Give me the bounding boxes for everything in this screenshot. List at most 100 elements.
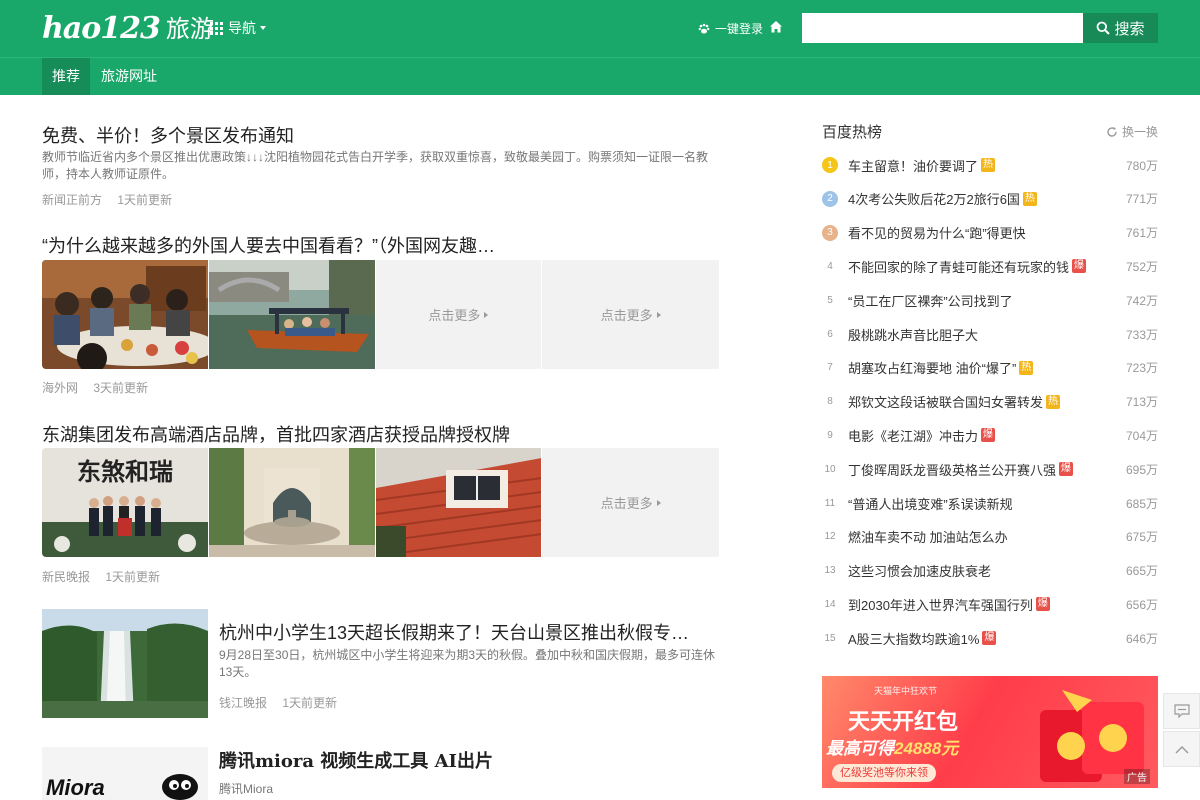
boom-badge: 爆: [1059, 462, 1074, 477]
logo-channel-text: 旅游: [165, 15, 214, 43]
caret-down-icon: [260, 26, 266, 30]
search-button[interactable]: 搜索: [1083, 13, 1158, 43]
hot-count: 656万: [1125, 597, 1158, 612]
hot-item-text: “员工在厂区裸奔”公司找到了: [848, 293, 1013, 309]
hot-rank: 9: [827, 429, 833, 441]
news-image-row: 点击更多 点击更多: [42, 260, 719, 369]
hot-rank: 3: [822, 224, 838, 241]
hot-rank: 5: [827, 294, 833, 306]
sub-navigation: 推荐 旅游网址: [0, 57, 1200, 95]
news-title[interactable]: 杭州中小学生13天超长假期来了！天台山景区推出秋假专…: [219, 619, 719, 645]
hot-count: 752万: [1125, 259, 1158, 274]
top-header: hao123 旅游 导航 一键登录 搜索: [0, 0, 1200, 57]
tab-travel-sites[interactable]: 旅游网址: [91, 58, 167, 95]
hot-list-item[interactable]: 14 到2030年进入世界汽车强国行列爆 656万: [822, 594, 1158, 614]
more-link-label: 点击更多: [428, 308, 481, 323]
ad-tag: 天猫年中狂欢节: [874, 686, 938, 696]
site-logo[interactable]: hao123 旅游: [42, 12, 214, 44]
hot-item-text: 燃油车卖不动 加油站怎么办: [848, 530, 1008, 546]
more-link[interactable]: 点击更多: [542, 448, 719, 557]
news-source: 腾讯Miora: [219, 782, 274, 796]
chat-bubble-icon: [1173, 704, 1190, 718]
search-input[interactable]: [802, 13, 1083, 43]
hot-list-header: 百度热榜 换一换: [822, 121, 1158, 142]
hot-list-item[interactable]: 8 郑钦文这段话被联合国妇女署转发热 713万: [822, 392, 1158, 412]
hot-item-text: 殷桃跳水声音比胆子大: [848, 327, 979, 343]
feedback-button[interactable]: [1163, 693, 1200, 729]
mascot-icon: [162, 774, 198, 800]
thumb-canal-boat-photo[interactable]: [208, 260, 375, 369]
hot-list-item[interactable]: 2 4次考公失败后花2万2旅行6国热 771万: [822, 189, 1158, 209]
nav-menu-dropdown[interactable]: 导航: [210, 18, 266, 38]
home-icon[interactable]: [769, 20, 783, 34]
hot-list-item[interactable]: 5 “员工在厂区裸奔”公司找到了 742万: [822, 290, 1158, 310]
hot-item-text: “普通人出境变难”系误读新规: [848, 496, 1013, 512]
news-title[interactable]: 腾讯miora 视频生成工具 AI出片: [219, 747, 719, 773]
miora-logo-text: Miora: [46, 775, 105, 800]
arrow-right-icon: [656, 499, 661, 506]
hot-rank: 1: [822, 157, 838, 173]
hot-item-text: A股三大指数均跌逾1%: [848, 631, 980, 647]
refresh-button[interactable]: 换一换: [1106, 123, 1158, 140]
news-time: 3天前更新: [93, 381, 149, 395]
hot-rank: 7: [827, 362, 833, 374]
hot-count: 665万: [1125, 564, 1158, 579]
boom-badge: 爆: [982, 631, 997, 646]
hot-list-item[interactable]: 11 “普通人出境变难”系误读新规 685万: [822, 493, 1158, 513]
more-link[interactable]: 点击更多: [375, 260, 542, 369]
login-label: 一键登录: [715, 22, 764, 36]
hot-list-item[interactable]: 15 A股三大指数均跌逾1% 爆 646万: [822, 628, 1158, 648]
back-to-top-button[interactable]: [1163, 731, 1200, 767]
hot-list-item[interactable]: 12 燃油车卖不动 加油站怎么办 675万: [822, 527, 1158, 547]
hot-item-text: 4次考公失败后花2万2旅行6国: [848, 192, 1020, 208]
news-summary: 9月28日至30日，杭州城区中小学生将迎来为期3天的秋假。叠加中秋和国庆假期，最…: [219, 648, 716, 679]
hot-item-text: 电影《老江湖》冲击力: [848, 428, 979, 444]
quick-login-link[interactable]: 一键登录: [698, 20, 763, 37]
refresh-label: 换一换: [1121, 125, 1158, 139]
hot-item-text: 看不见的贸易为什么“跑”得更快: [848, 226, 1026, 242]
news-time: 1天前更新: [282, 696, 338, 710]
hot-list-title: 百度热榜: [822, 124, 883, 141]
hot-count: 723万: [1125, 361, 1158, 376]
news-meta: 新民晚报 1天前更新: [42, 568, 160, 585]
news-source: 新民晚报: [42, 570, 91, 584]
hot-list-item[interactable]: 4 不能回家的除了青蛙可能还有玩家的钱爆 752万: [822, 256, 1158, 276]
hot-rank: 13: [824, 565, 836, 577]
hot-list-item[interactable]: 9 电影《老江湖》冲击力爆 704万: [822, 425, 1158, 445]
thumb-fountain-photo[interactable]: [208, 448, 375, 557]
news-title[interactable]: “为什么越来越多的外国人要去中国看看？”（外国网友趣…: [42, 232, 582, 258]
hot-list-item[interactable]: 10 丁俊晖周跃龙晋级英格兰公开赛八强爆 695万: [822, 459, 1158, 479]
hot-list-item[interactable]: 13 这些习惯会加速皮肤衰老 665万: [822, 561, 1158, 581]
news-title[interactable]: 东湖集团发布高端酒店品牌，首批四家酒店获授品牌授权牌: [42, 421, 719, 447]
chevron-up-icon: [1175, 746, 1188, 754]
news-meta: 新闻正前方 1天前更新: [42, 191, 172, 208]
hot-item-text: 郑钦文这段话被联合国妇女署转发: [848, 395, 1044, 411]
thumb-miora-ad[interactable]: Miora: [42, 747, 208, 800]
hot-list-item[interactable]: 1 车主留意！油价要调了热 780万: [822, 155, 1158, 175]
boom-badge: 爆: [1035, 597, 1050, 612]
tab-recommend[interactable]: 推荐: [42, 58, 90, 95]
hot-count: 685万: [1125, 496, 1158, 511]
hot-item-text: 不能回家的除了青蛙可能还有玩家的钱: [848, 259, 1070, 275]
ad-cta-pill: 亿级奖池等你来领: [832, 764, 936, 782]
hot-list-item[interactable]: 6 殷桃跳水声音比胆子大 733万: [822, 324, 1158, 344]
news-source: 钱江晚报: [219, 696, 268, 710]
boom-badge: 爆: [981, 428, 996, 443]
grid-menu-icon: [210, 21, 223, 35]
thumb-ceremony-photo[interactable]: 东煞和瑞: [42, 448, 208, 557]
hot-list-item[interactable]: 7 胡塞攻占红海要地 油价“爆了” 热 723万: [822, 358, 1158, 378]
more-link[interactable]: 点击更多: [542, 260, 719, 369]
news-time: 1天前更新: [105, 570, 161, 584]
search-button-label: 搜索: [1114, 20, 1145, 38]
thumb-waterfall-photo[interactable]: [42, 609, 208, 718]
ad-subheadline: 最高可得24888元: [826, 734, 958, 759]
news-title[interactable]: 免费、半价！多个景区发布通知: [42, 122, 719, 148]
hot-list-item[interactable]: 3 看不见的贸易为什么“跑”得更快 761万: [822, 223, 1158, 243]
ad-banner[interactable]: 天猫年中狂欢节 天天开红包 最高可得24888元 亿级奖池等你来领 广告: [822, 676, 1158, 788]
thumb-roof-photo[interactable]: [375, 448, 542, 557]
nav-menu-label: 导航: [228, 20, 256, 36]
paw-icon: [698, 23, 710, 34]
hot-count: 761万: [1125, 226, 1158, 241]
ad-label: 广告: [1124, 769, 1150, 784]
thumb-feast-photo[interactable]: [42, 260, 208, 369]
